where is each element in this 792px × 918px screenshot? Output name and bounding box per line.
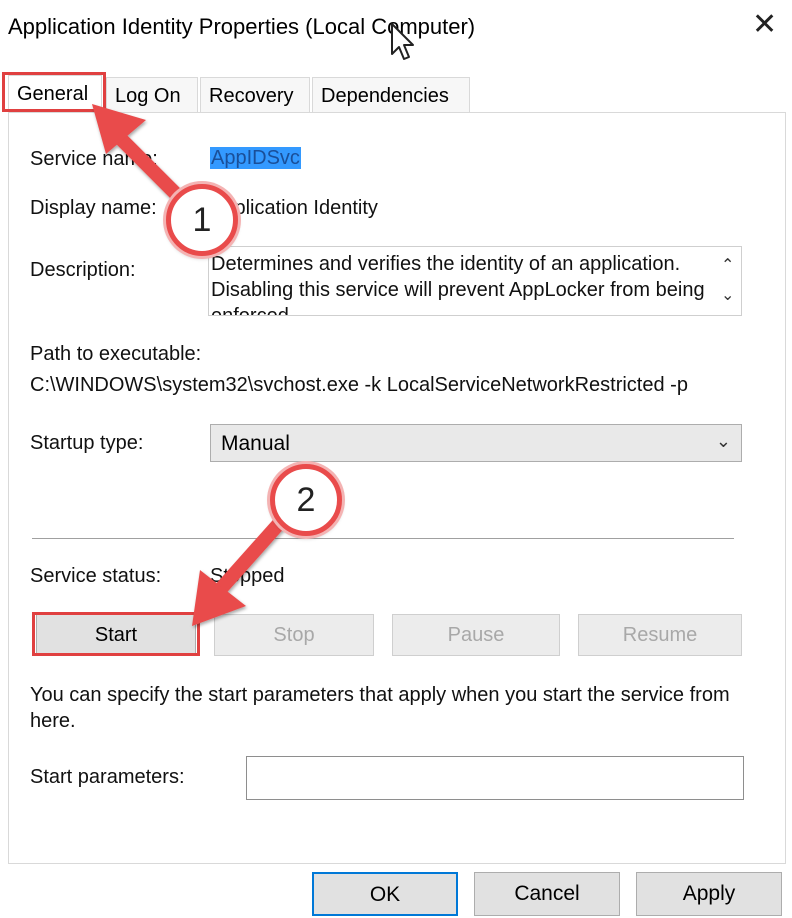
divider — [32, 538, 734, 539]
chevron-up-icon[interactable]: ⌃ — [721, 255, 734, 275]
tab-dependencies[interactable]: Dependencies — [312, 77, 470, 112]
general-tab-panel — [8, 112, 786, 864]
start-button-highlight — [32, 612, 200, 656]
resume-button[interactable]: Resume — [578, 614, 742, 656]
startup-type-label: Startup type: — [30, 432, 144, 454]
description-label: Description: — [30, 259, 136, 281]
start-params-input[interactable] — [246, 756, 744, 800]
general-tab-highlight — [2, 72, 106, 112]
apply-button[interactable]: Apply — [636, 872, 782, 916]
service-name-text: AppIDSvc — [210, 147, 301, 169]
path-label: Path to executable: — [30, 343, 202, 365]
chevron-down-icon: ⌄ — [715, 431, 731, 451]
startup-type-select[interactable]: Manual ⌄ — [210, 424, 742, 462]
service-name-label: Service name: — [30, 148, 158, 170]
service-status-value: Stopped — [210, 565, 285, 587]
ok-button[interactable]: OK — [312, 872, 458, 916]
chevron-down-icon[interactable]: ⌄ — [721, 285, 734, 305]
tab-strip: General Log On Recovery Dependencies — [0, 75, 792, 113]
pause-button[interactable]: Pause — [392, 614, 560, 656]
start-params-label: Start parameters: — [30, 766, 185, 788]
stop-button[interactable]: Stop — [214, 614, 374, 656]
description-scrollbar[interactable]: ⌃ ⌄ — [715, 247, 741, 315]
display-name-label: Display name: — [30, 197, 157, 219]
tab-recovery[interactable]: Recovery — [200, 77, 310, 112]
description-box[interactable]: Determines and verifies the identity of … — [208, 246, 742, 316]
step-2-badge: 2 — [270, 464, 342, 536]
cancel-button[interactable]: Cancel — [474, 872, 620, 916]
close-icon[interactable]: ✕ — [752, 10, 777, 40]
start-params-info: You can specify the start parameters tha… — [30, 684, 730, 732]
service-status-label: Service status: — [30, 565, 162, 587]
service-name-value[interactable]: AppIDSvc — [210, 147, 301, 170]
path-value: C:\WINDOWS\system32\svchost.exe -k Local… — [30, 374, 688, 396]
tab-log-on[interactable]: Log On — [106, 77, 198, 112]
description-text: Determines and verifies the identity of … — [211, 253, 705, 316]
mouse-cursor-icon — [391, 23, 414, 60]
step-1-badge: 1 — [166, 184, 238, 256]
startup-type-value: Manual — [221, 432, 290, 455]
